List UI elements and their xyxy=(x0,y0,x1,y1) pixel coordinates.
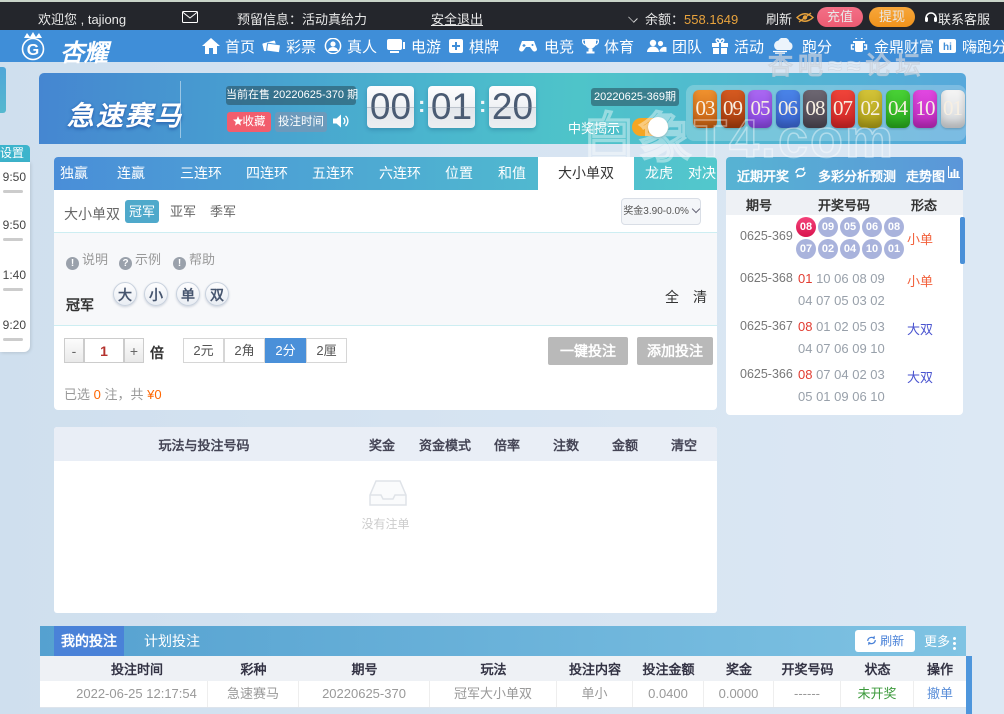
svg-text:hi: hi xyxy=(943,42,952,53)
svg-text:G: G xyxy=(27,42,39,59)
